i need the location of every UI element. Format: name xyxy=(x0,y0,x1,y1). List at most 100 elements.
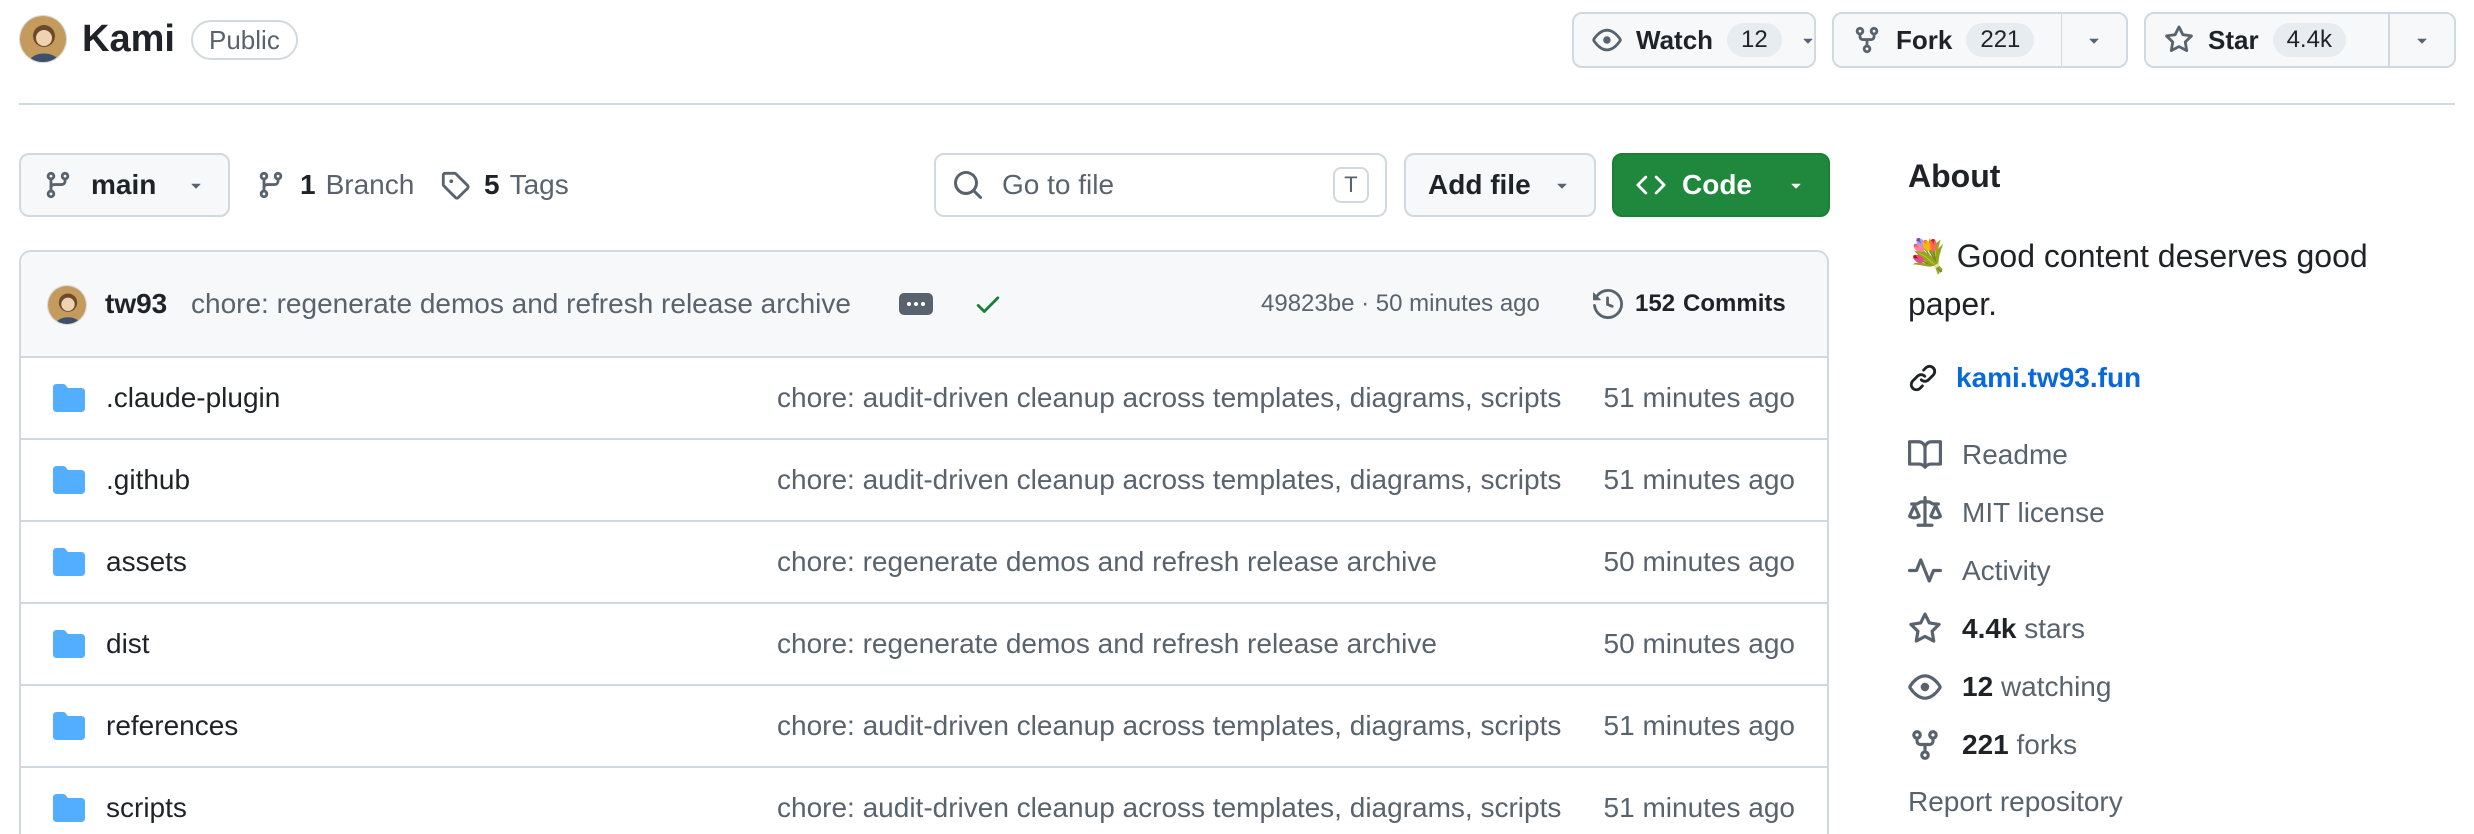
file-commit-message[interactable]: chore: regenerate demos and refresh rele… xyxy=(777,604,1567,684)
repo-name[interactable]: Kami xyxy=(82,15,175,63)
check-icon[interactable] xyxy=(973,289,1003,319)
go-to-file-search[interactable]: Go to file T xyxy=(934,153,1387,217)
file-commit-message[interactable]: chore: audit-driven cleanup across templ… xyxy=(777,358,1567,438)
file-row[interactable]: dist chore: regenerate demos and refresh … xyxy=(21,604,1827,686)
fork-icon xyxy=(1852,25,1882,55)
watch-button[interactable]: Watch 12 xyxy=(1574,14,1798,66)
file-commit-message[interactable]: chore: audit-driven cleanup across templ… xyxy=(777,440,1567,520)
folder-icon xyxy=(53,546,85,578)
link-icon xyxy=(1908,363,1938,393)
file-name[interactable]: scripts xyxy=(106,768,187,834)
file-name[interactable]: dist xyxy=(106,604,150,684)
star-dropdown-button[interactable] xyxy=(2390,14,2454,66)
expand-commit-button[interactable] xyxy=(899,293,933,315)
commits-label: Commits xyxy=(1683,290,1786,317)
about-description: 💐 Good content deserves good paper. xyxy=(1908,238,2368,322)
file-commit-time: 51 minutes ago xyxy=(1603,792,1795,823)
watching-count: 12 xyxy=(1962,671,1994,702)
git-branch-icon xyxy=(256,170,286,200)
watch-button-group: Watch 12 xyxy=(1572,12,1816,68)
file-commit-message[interactable]: chore: regenerate demos and refresh rele… xyxy=(777,522,1567,602)
commits-history-link[interactable]: 152 Commits xyxy=(1593,252,1786,356)
license-label: MIT license xyxy=(1962,497,2105,528)
file-commit-time: 51 minutes ago xyxy=(1603,710,1795,741)
code-label: Code xyxy=(1682,169,1752,200)
caret-down-icon xyxy=(1798,30,1818,50)
header-divider xyxy=(19,103,2455,105)
file-row[interactable]: .github chore: audit-driven cleanup acros… xyxy=(21,440,1827,522)
star-count: 4.4k xyxy=(2272,23,2346,57)
commit-message[interactable]: chore: regenerate demos and refresh rele… xyxy=(191,252,851,356)
keyboard-shortcut-hint: T xyxy=(1333,167,1369,203)
code-button[interactable]: Code xyxy=(1612,153,1830,217)
star-icon xyxy=(2164,25,2194,55)
watch-label: Watch xyxy=(1636,24,1714,55)
file-row[interactable]: assets chore: regenerate demos and refres… xyxy=(21,522,1827,604)
branches-link[interactable]: 1 Branch xyxy=(256,153,414,217)
branch-count: 1 xyxy=(300,169,316,200)
file-name[interactable]: .github xyxy=(106,440,190,520)
branch-label: Branch xyxy=(325,169,415,200)
about-heading: About xyxy=(1908,158,2001,194)
readme-link[interactable]: Readme xyxy=(1908,438,2068,472)
report-repository-link[interactable]: Report repository xyxy=(1908,786,2123,818)
caret-down-icon xyxy=(2084,30,2104,50)
file-commit-message[interactable]: chore: audit-driven cleanup across templ… xyxy=(777,686,1567,766)
stars-link[interactable]: 4.4k stars xyxy=(1908,612,2085,646)
eye-icon xyxy=(1592,25,1622,55)
folder-icon xyxy=(53,628,85,660)
file-row[interactable]: references chore: audit-driven cleanup ac… xyxy=(21,686,1827,768)
file-row[interactable]: scripts chore: audit-driven cleanup acros… xyxy=(21,768,1827,834)
folder-icon xyxy=(53,710,85,742)
commit-hash-time[interactable]: 49823be · 50 minutes ago xyxy=(1261,252,1540,356)
stars-count: 4.4k xyxy=(1962,613,2017,644)
commit-author[interactable]: tw93 xyxy=(105,252,167,356)
code-icon xyxy=(1636,170,1666,200)
branch-name: main xyxy=(91,169,157,200)
forks-label: forks xyxy=(2016,729,2078,760)
law-scale-icon xyxy=(1908,496,1942,530)
star-button-group: Star 4.4k xyxy=(2144,12,2456,68)
add-file-label: Add file xyxy=(1428,169,1531,200)
pulse-icon xyxy=(1908,554,1942,588)
watch-count: 12 xyxy=(1727,23,1782,57)
commits-count: 152 xyxy=(1635,290,1676,317)
fork-dropdown-button[interactable] xyxy=(2062,14,2126,66)
file-name[interactable]: assets xyxy=(106,522,187,602)
branch-select-button[interactable]: main xyxy=(19,153,230,217)
file-row[interactable]: .claude-plugin chore: audit-driven cleanu… xyxy=(21,358,1827,440)
file-commit-time: 50 minutes ago xyxy=(1603,628,1795,659)
folder-icon xyxy=(53,464,85,496)
owner-avatar[interactable] xyxy=(19,15,67,63)
activity-link[interactable]: Activity xyxy=(1908,554,2051,588)
license-link[interactable]: MIT license xyxy=(1908,496,2105,530)
forks-link[interactable]: 221 forks xyxy=(1908,728,2077,762)
file-commit-time: 50 minutes ago xyxy=(1603,546,1795,577)
caret-down-icon xyxy=(186,175,206,195)
fork-button[interactable]: Fork 221 xyxy=(1834,14,2061,66)
file-name[interactable]: references xyxy=(106,686,238,766)
author-avatar[interactable] xyxy=(47,285,87,325)
add-file-button[interactable]: Add file xyxy=(1404,153,1596,217)
folder-icon xyxy=(53,792,85,824)
history-icon xyxy=(1593,289,1623,319)
star-button[interactable]: Star 4.4k xyxy=(2146,14,2388,66)
search-placeholder: Go to file xyxy=(1002,169,1115,200)
file-commit-time: 51 minutes ago xyxy=(1603,382,1795,413)
eye-icon xyxy=(1908,670,1942,704)
tag-count: 5 xyxy=(484,169,500,200)
caret-down-icon xyxy=(1552,175,1572,195)
watching-link[interactable]: 12 watching xyxy=(1908,670,2111,704)
stars-label: stars xyxy=(2024,613,2085,644)
website-link[interactable]: kami.tw93.fun xyxy=(1908,362,2141,394)
file-commit-message[interactable]: chore: audit-driven cleanup across templ… xyxy=(777,768,1567,834)
file-name[interactable]: .claude-plugin xyxy=(106,358,280,438)
activity-label: Activity xyxy=(1962,555,2051,586)
watch-dropdown-button[interactable] xyxy=(1798,14,1818,66)
file-commit-time: 51 minutes ago xyxy=(1603,464,1795,495)
tags-link[interactable]: 5 Tags xyxy=(440,153,569,217)
tag-icon xyxy=(440,170,470,200)
forks-count: 221 xyxy=(1962,729,2009,760)
caret-down-icon xyxy=(1786,175,1806,195)
watching-label: watching xyxy=(2000,671,2112,702)
